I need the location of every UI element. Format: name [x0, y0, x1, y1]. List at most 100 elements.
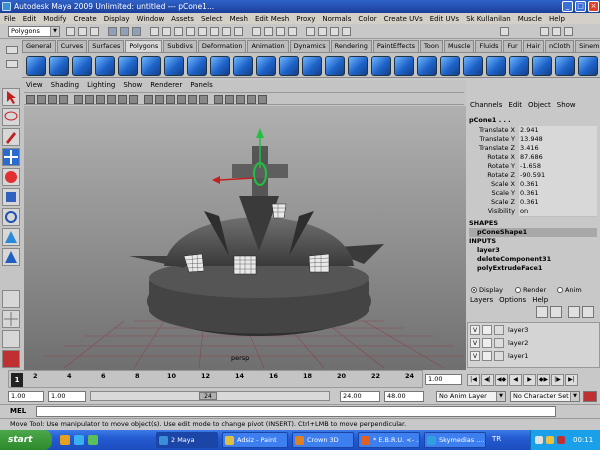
mask-handles-icon[interactable] — [150, 27, 159, 36]
render-settings-icon[interactable] — [342, 27, 351, 36]
layer-row[interactable]: V layer3 — [470, 325, 590, 336]
new-layer-selected-icon[interactable] — [582, 306, 594, 318]
layer-type-toggle[interactable] — [482, 325, 492, 335]
safe-action-icon[interactable] — [129, 95, 138, 104]
shelf-tab-fur[interactable]: Fur — [503, 40, 522, 52]
hq-rendering-icon[interactable] — [258, 95, 267, 104]
current-time-field[interactable]: 1.00 — [425, 374, 462, 385]
viewport-menu-view[interactable]: View — [26, 81, 43, 91]
viewport-menu-shading[interactable]: Shading — [51, 81, 79, 91]
poly-uv-planar-icon[interactable] — [532, 56, 552, 76]
task-skymedias[interactable]: Skymedias .... — [424, 432, 486, 448]
layer-menu-options[interactable]: Options — [499, 296, 526, 304]
lights-icon[interactable] — [188, 95, 197, 104]
shelf-tab-rendering[interactable]: Rendering — [330, 40, 372, 52]
menu-set-dropdown[interactable]: Polygons ▼ — [8, 26, 60, 37]
channel-box-menu-show[interactable]: Show — [557, 101, 576, 109]
layer-color-swatch[interactable] — [494, 325, 504, 335]
input-line-icon[interactable] — [500, 27, 509, 36]
menu-create-uvs[interactable]: Create UVs — [384, 15, 423, 23]
poly-extrude-icon[interactable] — [371, 56, 391, 76]
start-button[interactable]: start — [0, 430, 52, 450]
image-plane-icon[interactable] — [59, 95, 68, 104]
paint-select-tool-icon[interactable] — [2, 128, 20, 146]
shelf-tab-sinem[interactable]: Sinem — [575, 40, 600, 52]
poly-merge-icon[interactable] — [440, 56, 460, 76]
poly-split-icon[interactable] — [348, 56, 368, 76]
shelf-menu-icon[interactable] — [6, 46, 18, 54]
shelf-tab-surfaces[interactable]: Surfaces — [88, 40, 125, 52]
move-layer-down-icon[interactable] — [550, 306, 562, 318]
layer-visibility-toggle[interactable]: V — [470, 325, 480, 335]
menu-edit[interactable]: Edit — [23, 15, 37, 23]
xray-joints-icon[interactable] — [236, 95, 245, 104]
smooth-shade-icon[interactable] — [155, 95, 164, 104]
snap-point-icon[interactable] — [276, 27, 285, 36]
layer-mode-display[interactable]: Display — [471, 286, 503, 294]
mask-rendering-icon[interactable] — [222, 27, 231, 36]
step-forward-key-icon[interactable]: ◆▶ — [537, 374, 550, 386]
shelf-tab-deformation[interactable]: Deformation — [197, 40, 247, 52]
menu-create[interactable]: Create — [73, 15, 96, 23]
manipulator-tool-icon[interactable] — [2, 208, 20, 226]
layer-mode-anim[interactable]: Anim — [557, 286, 582, 294]
poly-uv-editor-icon[interactable] — [578, 56, 598, 76]
current-frame-marker[interactable]: 1 — [11, 373, 23, 387]
gate-mask-icon[interactable] — [107, 95, 116, 104]
lasso-tool-icon[interactable] — [2, 108, 20, 126]
layout-graph-icon[interactable] — [2, 350, 20, 368]
poly-duplicate-face-icon[interactable] — [509, 56, 529, 76]
layer-color-swatch[interactable] — [494, 338, 504, 348]
poly-append-icon[interactable] — [325, 56, 345, 76]
step-back-frame-icon[interactable]: ◀| — [481, 374, 494, 386]
scale-tool-icon[interactable] — [2, 188, 20, 206]
poly-fill-hole-icon[interactable] — [302, 56, 322, 76]
layer-color-swatch[interactable] — [494, 351, 504, 361]
shelf-tab-muscle[interactable]: Muscle — [443, 40, 475, 52]
poly-checker-icon[interactable] — [555, 56, 575, 76]
new-scene-icon[interactable] — [66, 27, 75, 36]
rotate-tool-icon[interactable] — [2, 168, 20, 186]
move-layer-up-icon[interactable] — [536, 306, 548, 318]
layer-row[interactable]: V layer2 — [470, 338, 590, 349]
mel-input[interactable] — [36, 406, 556, 417]
tool-settings-toggle-icon[interactable] — [552, 27, 561, 36]
poly-cone-icon[interactable] — [95, 56, 115, 76]
channel-box-menu-object[interactable]: Object — [528, 101, 551, 109]
viewport-menu-lighting[interactable]: Lighting — [87, 81, 115, 91]
construction-history-icon[interactable] — [306, 27, 315, 36]
shelf-tab-toon[interactable]: Toon — [420, 40, 443, 52]
open-scene-icon[interactable] — [78, 27, 87, 36]
attribute-editor-toggle-icon[interactable] — [540, 27, 549, 36]
poly-cylinder-icon[interactable] — [72, 56, 92, 76]
time-slider[interactable]: 1 2 4 6 8 10 12 14 16 18 20 22 24 — [8, 370, 423, 388]
resolution-gate-icon[interactable] — [96, 95, 105, 104]
poly-reduce-icon[interactable] — [256, 56, 276, 76]
start-time-field[interactable]: 1.00 — [8, 391, 44, 402]
go-to-end-icon[interactable]: ▶| — [565, 374, 578, 386]
layer-menu-help[interactable]: Help — [532, 296, 548, 304]
object-name[interactable]: pCone1 . . . — [469, 116, 597, 126]
mask-deformers-icon[interactable] — [198, 27, 207, 36]
layout-outliner-icon[interactable] — [2, 330, 20, 348]
layer-visibility-toggle[interactable]: V — [470, 338, 480, 348]
new-layer-icon[interactable] — [568, 306, 580, 318]
poly-combine-icon[interactable] — [164, 56, 184, 76]
layout-single-icon[interactable] — [2, 290, 20, 308]
task-ebru[interactable]: * E.B.R.U. <- ... — [358, 432, 420, 448]
soft-mod-tool-icon[interactable] — [2, 228, 20, 246]
shelf-tab-ncloth[interactable]: nCloth — [545, 40, 575, 52]
shelf-tab-curves[interactable]: Curves — [56, 40, 88, 52]
poly-separate-icon[interactable] — [187, 56, 207, 76]
shelf-tab-general[interactable]: General — [22, 40, 56, 52]
select-tool-icon[interactable] — [2, 88, 20, 106]
auto-key-icon[interactable] — [583, 391, 597, 402]
poly-torus-icon[interactable] — [141, 56, 161, 76]
range-slider[interactable]: 24 — [90, 391, 330, 401]
viewport-menu-show[interactable]: Show — [123, 81, 142, 91]
layer-type-toggle[interactable] — [482, 338, 492, 348]
channel-box-menu-channels[interactable]: Channels — [470, 101, 502, 109]
menu-normals[interactable]: Normals — [322, 15, 351, 23]
shelf-tab-painteffects[interactable]: PaintEffects — [372, 40, 420, 52]
field-chart-icon[interactable] — [118, 95, 127, 104]
